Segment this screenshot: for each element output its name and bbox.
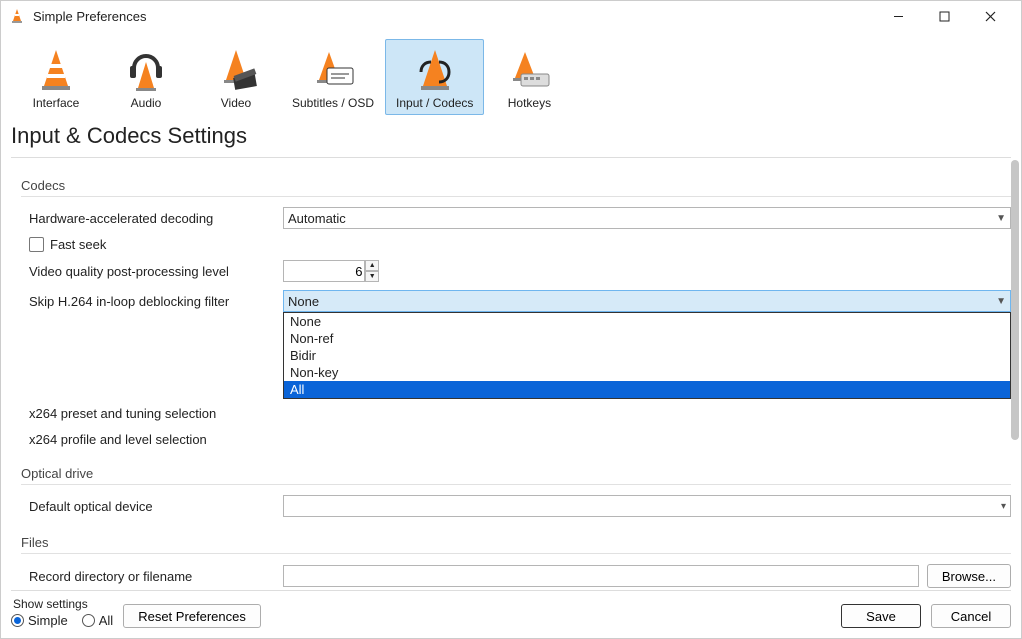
category-label: Input / Codecs bbox=[396, 96, 473, 110]
skip-option-none[interactable]: None bbox=[284, 313, 1010, 330]
group-files: Files bbox=[21, 535, 1011, 554]
window-title: Simple Preferences bbox=[33, 9, 875, 24]
fast-seek-label: Fast seek bbox=[50, 237, 106, 252]
spin-down-button[interactable]: ▼ bbox=[365, 271, 379, 282]
headphones-cone-icon bbox=[122, 46, 170, 94]
category-interface[interactable]: Interface bbox=[11, 39, 101, 115]
show-settings-label: Show settings bbox=[13, 597, 113, 611]
scrollbar[interactable] bbox=[1011, 160, 1019, 440]
category-label: Subtitles / OSD bbox=[292, 96, 374, 110]
optical-device-combo[interactable]: ▾ bbox=[283, 495, 1011, 517]
chevron-down-icon: ▼ bbox=[996, 296, 1006, 307]
fast-seek-checkbox[interactable]: Fast seek bbox=[15, 233, 1011, 256]
codec-cone-icon bbox=[411, 46, 459, 94]
record-dir-input[interactable] bbox=[283, 565, 919, 587]
save-button[interactable]: Save bbox=[841, 604, 921, 628]
browse-button[interactable]: Browse... bbox=[927, 564, 1011, 588]
show-simple-radio[interactable] bbox=[11, 614, 24, 627]
page-title: Input & Codecs Settings bbox=[1, 115, 1021, 153]
group-codecs: Codecs bbox=[21, 178, 1011, 197]
x264-preset-label: x264 preset and tuning selection bbox=[29, 406, 283, 421]
category-audio[interactable]: Audio bbox=[101, 39, 191, 115]
category-label: Audio bbox=[131, 96, 162, 110]
cone-icon bbox=[32, 46, 80, 94]
chevron-down-icon: ▼ bbox=[996, 213, 1006, 224]
show-simple-label: Simple bbox=[28, 613, 68, 628]
reset-preferences-button[interactable]: Reset Preferences bbox=[123, 604, 261, 628]
vqpp-input[interactable] bbox=[283, 260, 365, 282]
x264-profile-label: x264 profile and level selection bbox=[29, 432, 283, 447]
cancel-button[interactable]: Cancel bbox=[931, 604, 1011, 628]
subtitle-cone-icon bbox=[309, 46, 357, 94]
category-bar: Interface Audio Video Subtitles / OSD In… bbox=[1, 31, 1021, 115]
hotkeys-cone-icon bbox=[505, 46, 553, 94]
close-button[interactable] bbox=[967, 2, 1013, 30]
skip-option-nonkey[interactable]: Non-key bbox=[284, 364, 1010, 381]
titlebar: Simple Preferences bbox=[1, 1, 1021, 31]
chevron-down-icon: ▾ bbox=[1001, 501, 1006, 512]
footer: Show settings Simple All Reset Preferenc… bbox=[1, 591, 1021, 638]
skip-option-nonref[interactable]: Non-ref bbox=[284, 330, 1010, 347]
maximize-button[interactable] bbox=[921, 2, 967, 30]
skip-filter-combo[interactable]: None ▼ bbox=[283, 290, 1011, 312]
app-icon bbox=[9, 8, 25, 24]
category-video[interactable]: Video bbox=[191, 39, 281, 115]
category-label: Video bbox=[221, 96, 251, 110]
skip-filter-value: None bbox=[288, 294, 319, 309]
hw-decode-combo[interactable]: Automatic ▼ bbox=[283, 207, 1011, 229]
spin-up-button[interactable]: ▲ bbox=[365, 260, 379, 271]
settings-panel: Codecs Hardware-accelerated decoding Aut… bbox=[1, 158, 1021, 590]
skip-filter-label: Skip H.264 in-loop deblocking filter bbox=[29, 294, 283, 309]
skip-option-bidir[interactable]: Bidir bbox=[284, 347, 1010, 364]
hw-decode-value: Automatic bbox=[288, 211, 346, 226]
checkbox-box bbox=[29, 237, 44, 252]
vqpp-label: Video quality post-processing level bbox=[29, 264, 283, 279]
category-subtitles[interactable]: Subtitles / OSD bbox=[281, 39, 385, 115]
clapboard-cone-icon bbox=[212, 46, 260, 94]
hw-decode-label: Hardware-accelerated decoding bbox=[29, 211, 283, 226]
optical-device-label: Default optical device bbox=[29, 499, 283, 514]
record-dir-label: Record directory or filename bbox=[29, 569, 283, 584]
category-input-codecs[interactable]: Input / Codecs bbox=[385, 39, 484, 115]
category-label: Hotkeys bbox=[508, 96, 551, 110]
skip-filter-dropdown: None Non-ref Bidir Non-key All bbox=[283, 312, 1011, 399]
group-optical: Optical drive bbox=[21, 466, 1011, 485]
show-all-label: All bbox=[99, 613, 113, 628]
show-all-radio[interactable] bbox=[82, 614, 95, 627]
skip-option-all[interactable]: All bbox=[284, 381, 1010, 398]
category-hotkeys[interactable]: Hotkeys bbox=[484, 39, 574, 115]
category-label: Interface bbox=[33, 96, 80, 110]
minimize-button[interactable] bbox=[875, 2, 921, 30]
